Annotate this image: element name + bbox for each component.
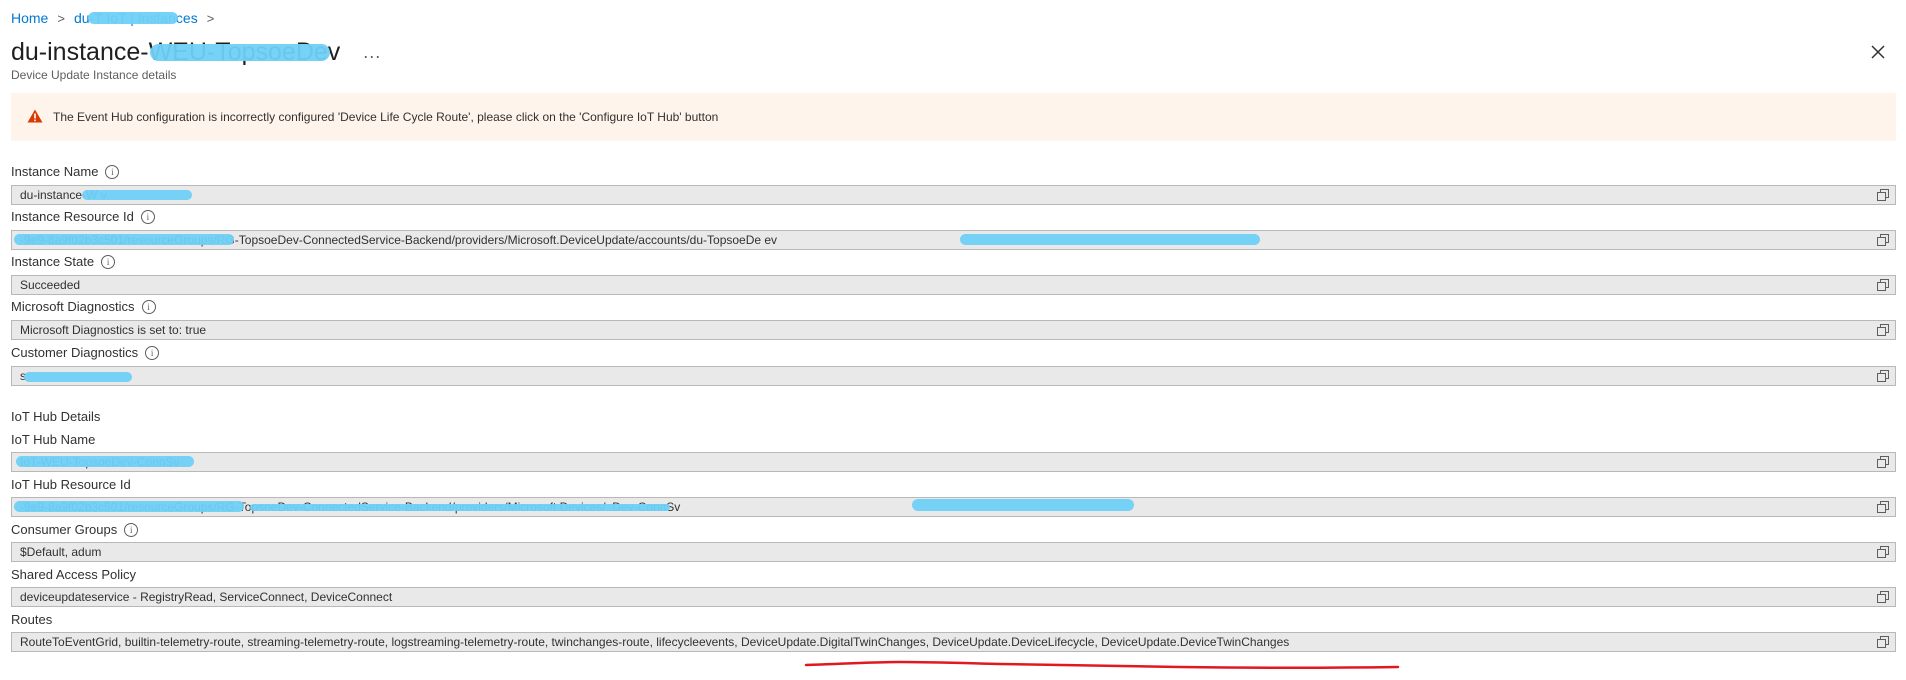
copy-icon[interactable]: [1877, 546, 1889, 561]
customer-diagnostics-field[interactable]: s: [11, 366, 1896, 386]
copy-icon[interactable]: [1877, 324, 1889, 339]
consumer-groups-label: Consumer Groups i: [11, 522, 139, 537]
instance-state-label: Instance State i: [11, 254, 116, 269]
warning-message: The Event Hub configuration is incorrect…: [53, 110, 719, 124]
warning-banner: The Event Hub configuration is incorrect…: [11, 93, 1896, 141]
iot-hub-resource-id-label: IoT Hub Resource Id: [11, 477, 131, 492]
instance-resource-id-value: -9e9-8a9f02b3c501/resourceGroups/RG-Tops…: [20, 233, 778, 247]
info-icon[interactable]: i: [141, 299, 156, 314]
iot-hub-name-value: IoT-WEU-TopsoeDev-ConnSv: [20, 455, 180, 469]
microsoft-diagnostics-value: Microsoft Diagnostics is set to: true: [20, 323, 207, 337]
instance-resource-id-field[interactable]: -9e9-8a9f02b3c501/resourceGroups/RG-Tops…: [11, 230, 1896, 250]
iot-hub-details-heading: IoT Hub Details: [11, 409, 101, 424]
copy-icon[interactable]: [1877, 501, 1889, 516]
info-icon[interactable]: i: [105, 164, 120, 179]
instance-state-value: Succeeded: [20, 278, 81, 292]
iot-hub-name-field[interactable]: IoT-WEU-TopsoeDev-ConnSv: [11, 452, 1896, 472]
microsoft-diagnostics-field[interactable]: Microsoft Diagnostics is set to: true: [11, 320, 1896, 340]
consumer-groups-value: $Default, adum: [20, 545, 102, 559]
copy-icon[interactable]: [1877, 636, 1889, 651]
microsoft-diagnostics-label: Microsoft Diagnostics i: [11, 299, 156, 314]
breadcrumb-home-link[interactable]: Home: [11, 10, 48, 26]
breadcrumb: Home > du-T IoT | Instances >: [11, 10, 223, 26]
close-icon[interactable]: [1870, 41, 1886, 65]
chevron-right-icon: >: [206, 10, 215, 26]
more-options-button[interactable]: ...: [363, 42, 381, 63]
shared-access-policy-field[interactable]: deviceupdateservice - RegistryRead, Serv…: [11, 587, 1896, 607]
shared-access-policy-value: deviceupdateservice - RegistryRead, Serv…: [20, 590, 393, 604]
instance-name-label: Instance Name i: [11, 164, 120, 179]
info-icon[interactable]: i: [145, 345, 160, 360]
page-subtitle: Device Update Instance details: [11, 68, 177, 82]
copy-icon[interactable]: [1877, 370, 1889, 385]
consumer-groups-field[interactable]: $Default, adum: [11, 542, 1896, 562]
instance-name-field[interactable]: du-instance-W v: [11, 185, 1896, 205]
shared-access-policy-label: Shared Access Policy: [11, 567, 137, 582]
breadcrumb-instances-link[interactable]: du-T IoT | Instances: [74, 10, 198, 26]
routes-value: RouteToEventGrid, builtin-telemetry-rout…: [20, 635, 1290, 649]
copy-icon[interactable]: [1877, 234, 1889, 249]
instance-resource-id-label: Instance Resource Id i: [11, 209, 155, 224]
copy-icon[interactable]: [1877, 189, 1889, 204]
info-icon[interactable]: i: [124, 522, 139, 537]
page-title: du-instance-WEU-TopsoeDev ...: [11, 38, 381, 67]
iot-hub-name-label: IoT Hub Name: [11, 432, 96, 447]
iot-hub-resource-id-field[interactable]: -9e9-8a9f02b3c501/resourceGroups/RG-Tops…: [11, 497, 1896, 517]
info-icon[interactable]: i: [101, 254, 116, 269]
routes-field[interactable]: RouteToEventGrid, builtin-telemetry-rout…: [11, 632, 1896, 652]
instance-state-field[interactable]: Succeeded: [11, 275, 1896, 295]
info-icon[interactable]: i: [140, 209, 155, 224]
customer-diagnostics-label: Customer Diagnostics i: [11, 345, 160, 360]
chevron-right-icon: >: [57, 10, 65, 26]
customer-diagnostics-value: s: [20, 369, 26, 383]
routes-label: Routes: [11, 612, 53, 627]
copy-icon[interactable]: [1877, 279, 1889, 294]
instance-name-value: du-instance-W v: [20, 188, 107, 202]
page-title-text: du-instance-WEU-TopsoeDev: [11, 38, 341, 66]
iot-hub-resource-id-value: -9e9-8a9f02b3c501/resourceGroups/RG-Tops…: [20, 500, 681, 514]
warning-triangle-icon: [27, 109, 43, 126]
copy-icon[interactable]: [1877, 456, 1889, 471]
copy-icon[interactable]: [1877, 591, 1889, 606]
